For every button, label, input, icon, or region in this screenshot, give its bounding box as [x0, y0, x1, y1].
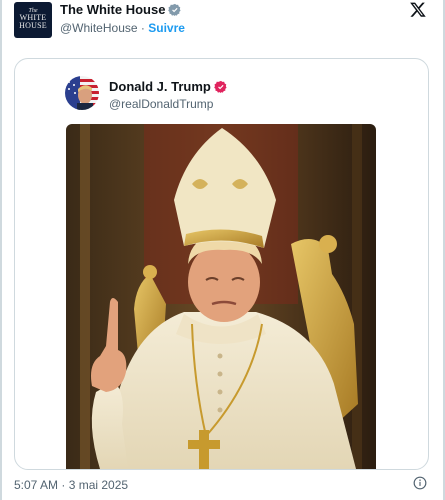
frame-border-left	[0, 0, 2, 500]
author-handle-row: @WhiteHouse · Suivre	[60, 21, 185, 35]
flag-avatar-image	[65, 76, 99, 110]
x-logo-icon[interactable]	[409, 1, 427, 18]
verified-badge-icon	[168, 3, 181, 16]
quoted-name-row[interactable]: Donald J. Trump	[109, 79, 228, 94]
post-timestamp[interactable]: 5:07 AM · 3 mai 2025	[14, 478, 128, 492]
quoted-post-card[interactable]: Donald J. Trump @realDonaldTrump	[14, 58, 429, 470]
follow-button[interactable]: Suivre	[148, 21, 185, 35]
pope-portrait-image	[66, 124, 376, 469]
quoted-display-name[interactable]: Donald J. Trump	[109, 79, 211, 94]
separator-dot: ·	[140, 21, 145, 35]
verified-badge-icon	[214, 80, 227, 93]
info-icon[interactable]	[413, 476, 427, 490]
quoted-author-avatar[interactable]	[65, 76, 99, 110]
author-display-name[interactable]: The White House	[60, 2, 165, 17]
avatar-text-line3: HOUSE	[19, 21, 47, 30]
author-avatar[interactable]: The WHITE HOUSE	[14, 2, 52, 38]
quoted-handle[interactable]: @realDonaldTrump	[109, 97, 213, 111]
author-name-row[interactable]: The White House	[60, 2, 182, 17]
post-image[interactable]	[66, 124, 376, 469]
author-handle[interactable]: @WhiteHouse	[60, 21, 138, 35]
